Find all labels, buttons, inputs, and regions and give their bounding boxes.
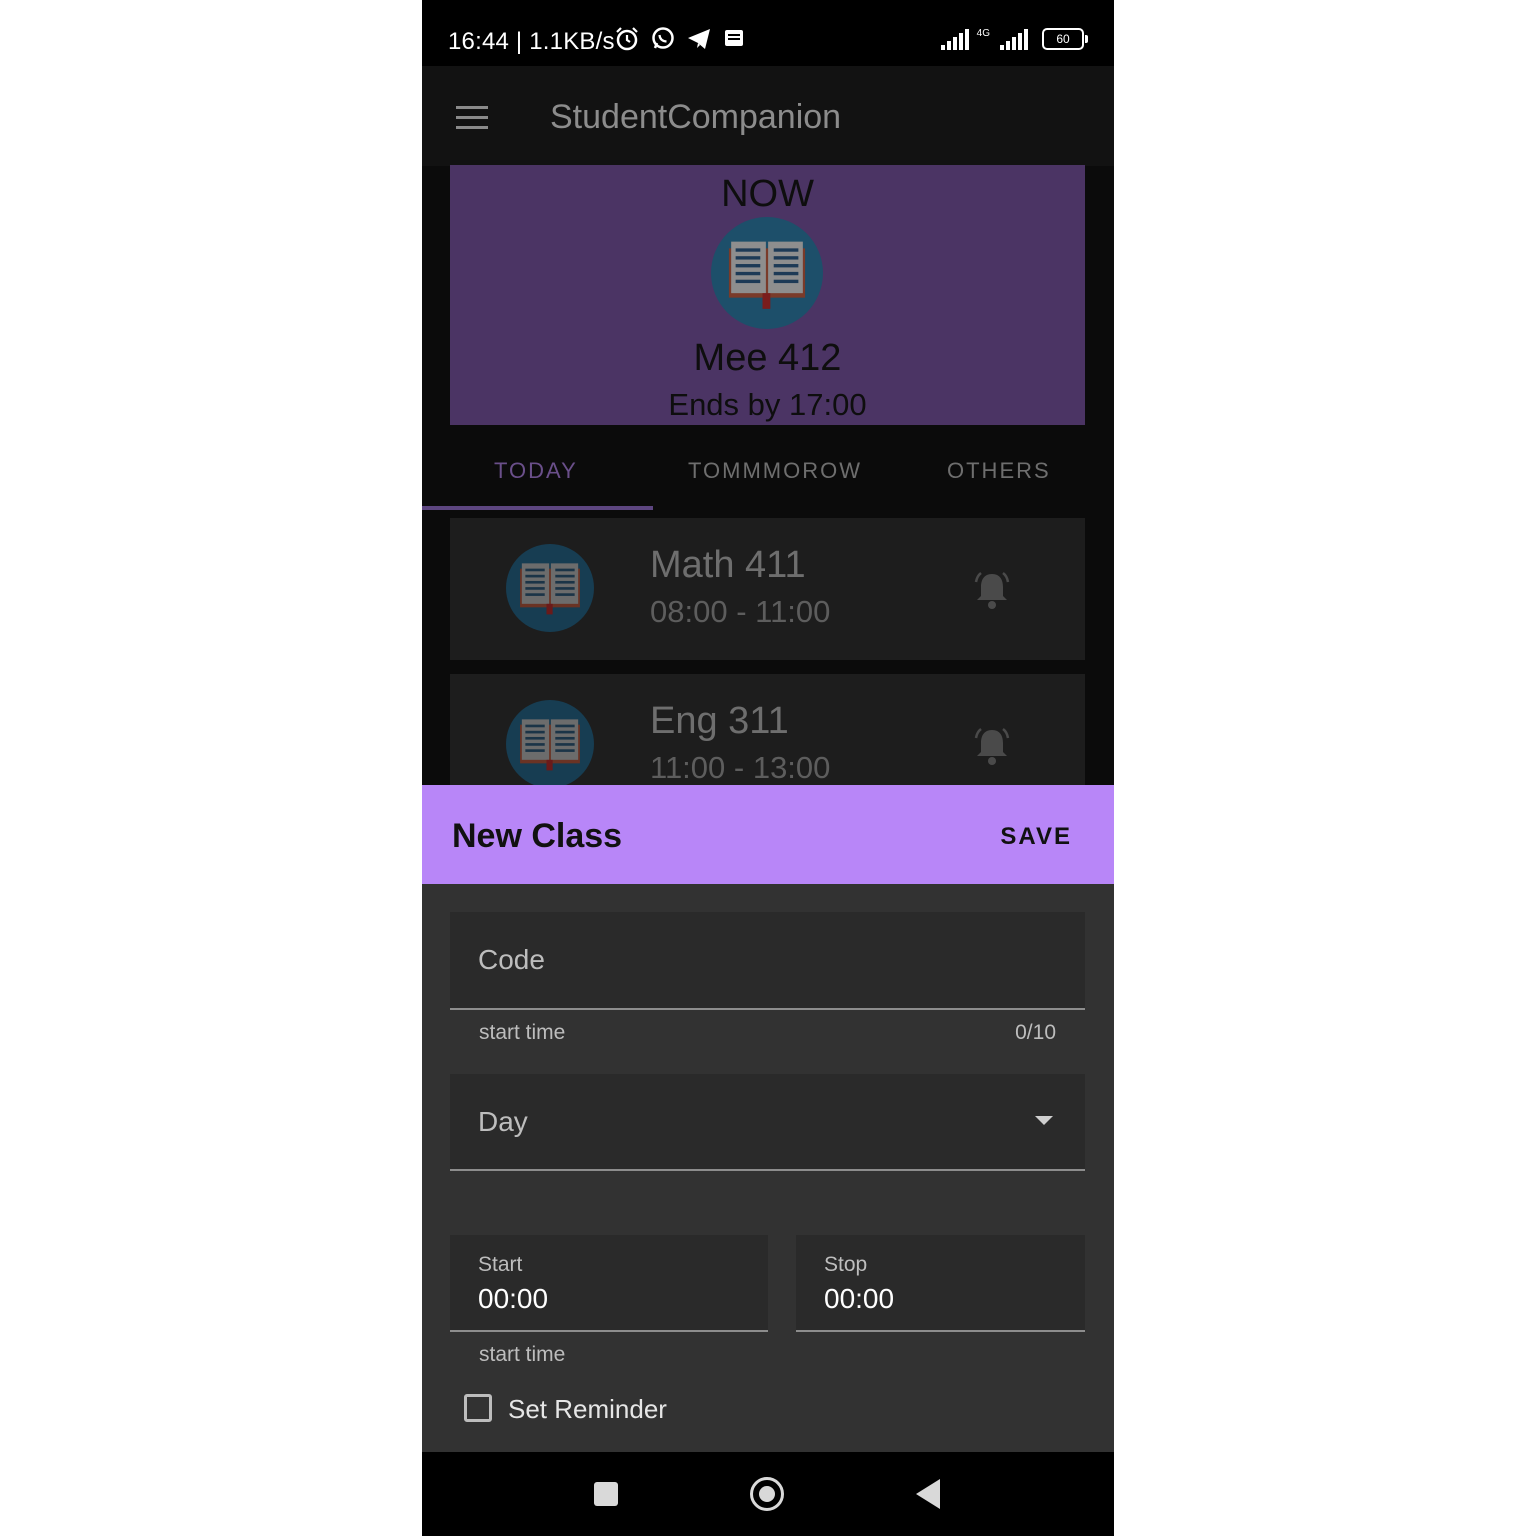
- message-icon: [725, 30, 743, 46]
- status-notification-icons: [614, 26, 746, 52]
- new-class-form: Code start time 0/10 Day Start 00:00 Sto…: [422, 884, 1114, 1452]
- tab-indicator: [422, 506, 653, 510]
- class-list-item[interactable]: Math 411 08:00 - 11:00: [450, 518, 1085, 660]
- tab-bar: TODAY TOMMMOROW OTHERS: [422, 438, 1114, 512]
- code-helper-text: start time: [479, 1021, 566, 1044]
- start-value: 00:00: [478, 1283, 549, 1314]
- day-placeholder: Day: [478, 1106, 528, 1137]
- code-field[interactable]: Code: [450, 912, 1085, 1010]
- stop-value: 00:00: [824, 1283, 895, 1314]
- class-time: 08:00 - 11:00: [650, 594, 831, 629]
- home-icon[interactable]: [750, 1477, 784, 1511]
- now-class-code: Mee 412: [693, 337, 842, 379]
- now-card[interactable]: NOW Mee 412 Ends by 17:00: [450, 165, 1085, 425]
- system-nav-bar: [422, 1452, 1114, 1536]
- code-char-counter: 0/10: [1015, 1021, 1056, 1044]
- class-time: 11:00 - 13:00: [650, 750, 831, 785]
- bell-icon[interactable]: [970, 724, 1014, 768]
- book-icon: [506, 700, 594, 788]
- signal-icon: [940, 28, 969, 50]
- save-button[interactable]: SAVE: [1000, 823, 1072, 851]
- sheet-title: New Class: [452, 817, 623, 855]
- network-type: 4G: [976, 28, 990, 39]
- chevron-down-icon: [1035, 1116, 1053, 1125]
- battery-icon: 60: [1042, 28, 1088, 50]
- day-select[interactable]: Day: [450, 1074, 1085, 1171]
- now-label: NOW: [721, 173, 814, 215]
- whatsapp-icon: [652, 27, 674, 49]
- code-placeholder: Code: [478, 944, 545, 975]
- telegram-icon: [688, 29, 710, 49]
- start-helper-text: start time: [479, 1343, 566, 1366]
- set-reminder-label[interactable]: Set Reminder: [508, 1394, 667, 1425]
- new-class-sheet-header: New Class SAVE: [422, 785, 1114, 884]
- stop-label: Stop: [824, 1253, 868, 1276]
- app-title: StudentCompanion: [550, 98, 842, 136]
- status-time: 16:44 | 1.1KB/s: [448, 28, 615, 55]
- book-icon: [711, 217, 823, 329]
- set-reminder-checkbox[interactable]: [464, 1394, 492, 1422]
- tab-tomorrow[interactable]: TOMMMOROW: [688, 458, 862, 484]
- alarm-icon: [616, 27, 638, 51]
- hamburger-menu-icon[interactable]: [456, 106, 488, 130]
- signal-icon-2: [1000, 28, 1028, 50]
- bell-icon[interactable]: [970, 568, 1014, 612]
- class-title: Math 411: [650, 544, 806, 586]
- status-bar: 16:44 | 1.1KB/s 4G 60: [422, 0, 1114, 66]
- status-right-icons: 4G 60: [940, 28, 1088, 50]
- class-title: Eng 311: [650, 700, 789, 742]
- start-label: Start: [478, 1253, 523, 1276]
- book-icon: [506, 544, 594, 632]
- now-ends-text: Ends by 17:00: [668, 387, 867, 422]
- phone-screen: 16:44 | 1.1KB/s 4G 60 StudentCompanion N…: [422, 0, 1114, 1536]
- tab-others[interactable]: OTHERS: [947, 458, 1051, 484]
- stop-time-field[interactable]: Stop 00:00: [796, 1235, 1085, 1332]
- back-icon[interactable]: [916, 1479, 940, 1509]
- recent-apps-icon[interactable]: [594, 1482, 618, 1506]
- start-time-field[interactable]: Start 00:00: [450, 1235, 768, 1332]
- app-bar: StudentCompanion: [422, 66, 1114, 166]
- tab-today[interactable]: TODAY: [494, 458, 578, 484]
